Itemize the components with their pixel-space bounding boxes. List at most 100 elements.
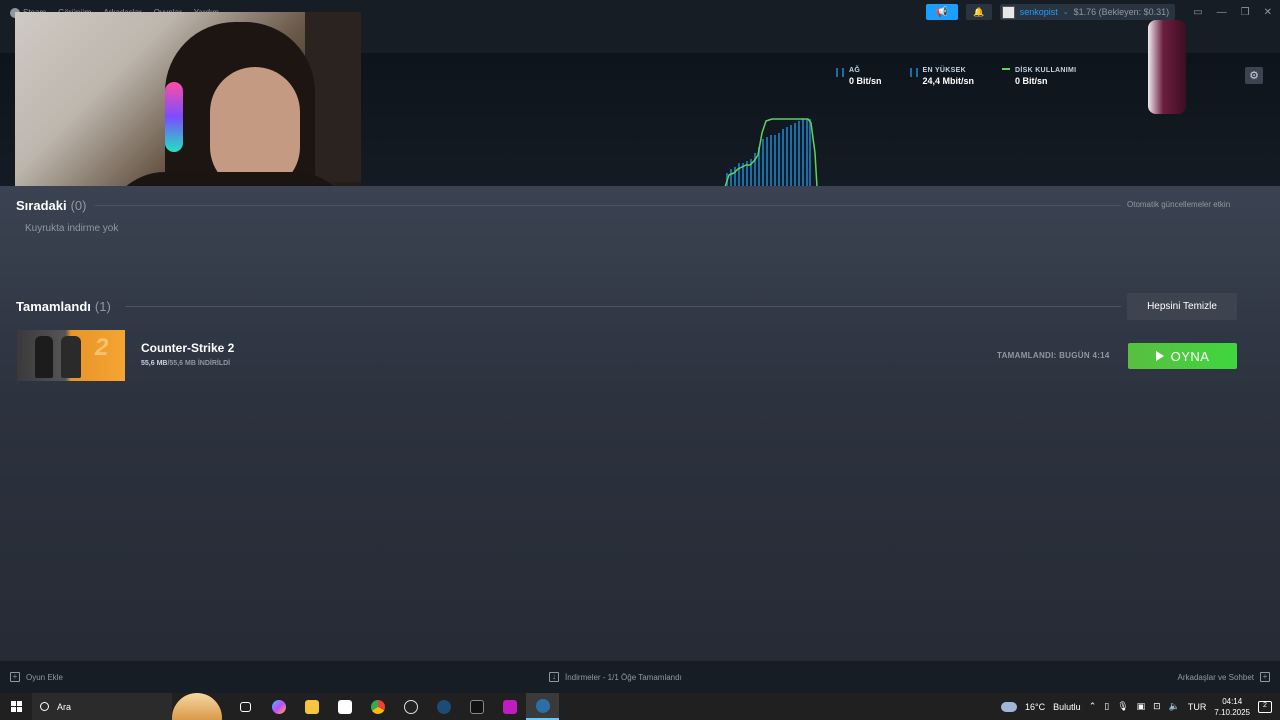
task-view-icon <box>240 701 251 712</box>
chrome-button[interactable] <box>361 693 394 720</box>
disk-value: 0 Bit/sn <box>1015 76 1048 86</box>
graph-bar <box>778 133 780 187</box>
webcam-overlay <box>15 12 361 207</box>
queue-section-title: Sıradaki (0) <box>16 198 87 213</box>
obs-button[interactable] <box>394 693 427 720</box>
chevron-down-icon: ⌄ <box>1062 9 1069 16</box>
queue-count: (0) <box>70 198 87 213</box>
wallet-balance: $1.76 (Bekleyen: $0.31) <box>1073 7 1170 17</box>
temperature[interactable]: 16°C <box>1025 702 1045 712</box>
graph-bar <box>798 121 800 187</box>
maximize-icon[interactable]: ❐ <box>1241 7 1250 18</box>
tray-icon[interactable]: ▯ <box>1104 701 1109 712</box>
steam-active-button[interactable] <box>526 693 559 720</box>
graph-bar <box>762 139 764 187</box>
plus-icon: + <box>10 672 20 682</box>
account-menu[interactable]: senkopist ⌄ $1.76 (Bekleyen: $0.31) <box>999 4 1176 20</box>
network-label: AĞ <box>849 67 861 74</box>
game-thumbnail[interactable]: 2 <box>17 330 125 381</box>
minimize-icon[interactable]: — <box>1217 7 1227 18</box>
volume-icon[interactable]: 🔈 <box>1169 701 1180 712</box>
graph-bar <box>806 119 808 187</box>
game-title[interactable]: Counter-Strike 2 <box>141 341 234 355</box>
download-stats: AĞ 0 Bit/sn EN YÜKSEK 24,4 Mbit/sn DİSK … <box>836 67 1076 86</box>
task-view-button[interactable] <box>229 693 262 720</box>
auto-updates-status[interactable]: Otomatik güncellemeler etkin <box>1127 200 1230 209</box>
soldier-figure <box>35 336 53 378</box>
clock-date: 7.10.2025 <box>1214 707 1250 717</box>
steam-icon <box>535 698 550 713</box>
graph-bar <box>770 135 772 187</box>
graph-bar <box>809 119 811 187</box>
disk-stat: DİSK KULLANIMI 0 Bit/sn <box>1002 67 1076 86</box>
store-button[interactable] <box>328 693 361 720</box>
graph-bar <box>786 127 788 187</box>
divider <box>125 306 1121 307</box>
play-icon <box>1155 351 1164 361</box>
disk-label: DİSK KULLANIMI <box>1015 67 1077 74</box>
graph-bar <box>790 125 792 187</box>
close-icon[interactable]: ✕ <box>1264 7 1272 18</box>
copilot-icon <box>271 699 286 714</box>
weather-text[interactable]: Bulutlu <box>1053 702 1081 712</box>
search-highlight-icon[interactable] <box>172 693 222 720</box>
notification-center-icon[interactable]: 2 <box>1258 700 1272 713</box>
graph-bar <box>730 169 732 187</box>
bar-chart-icon <box>909 68 918 77</box>
start-button[interactable] <box>0 693 32 720</box>
graph-bar <box>738 163 740 187</box>
empty-queue-text: Kuyrukta indirme yok <box>25 223 119 234</box>
epic-games-button[interactable] <box>460 693 493 720</box>
taskbar-search[interactable]: Ara <box>32 693 172 720</box>
file-explorer-button[interactable] <box>295 693 328 720</box>
network-icon[interactable]: ⊡ <box>1153 701 1161 712</box>
decorative-widget <box>1148 20 1186 114</box>
folder-icon <box>304 699 319 714</box>
app-button[interactable] <box>493 693 526 720</box>
graph-bar <box>802 119 804 187</box>
window-controls: ▭ — ❐ ✕ <box>1193 7 1272 18</box>
megaphone-icon: 📢 <box>935 6 948 18</box>
graph-bar <box>734 167 736 187</box>
download-size: 55,6 MB/55,6 MB İNDİRİLDİ <box>141 360 231 367</box>
bar-chart-icon <box>836 68 844 77</box>
completion-time: TAMAMLANDI: BUGÜN 4:14 <box>997 351 1110 360</box>
language-indicator[interactable]: TUR <box>1188 702 1207 712</box>
clock[interactable]: 04:14 7.10.2025 <box>1214 696 1250 718</box>
peak-value: 24,4 Mbit/sn <box>922 76 975 86</box>
divider <box>95 205 1121 206</box>
notifications-button[interactable]: 🔔 <box>965 4 992 20</box>
app-icon <box>502 699 517 714</box>
completed-count: (1) <box>94 299 111 314</box>
clear-all-button[interactable]: Hepsini Temizle <box>1127 293 1237 320</box>
bandwidth-graph <box>724 118 818 187</box>
taskbar-apps <box>229 693 559 720</box>
display-icon[interactable]: ▣ <box>1137 701 1146 712</box>
big-picture-icon[interactable]: ▭ <box>1193 7 1202 18</box>
add-game-button[interactable]: + Oyun Ekle <box>10 672 63 682</box>
steam-taskbar-button[interactable] <box>427 693 460 720</box>
windows-icon <box>10 701 22 712</box>
obs-icon <box>403 699 418 714</box>
copilot-button[interactable] <box>262 693 295 720</box>
play-button[interactable]: OYNA <box>1128 343 1237 369</box>
steam-icon <box>436 699 451 714</box>
settings-gear-button[interactable]: ⚙ <box>1245 67 1263 84</box>
peak-label: EN YÜKSEK <box>922 67 966 74</box>
completed-download-row[interactable]: 2 Counter-Strike 2 55,6 MB/55,6 MB İNDİR… <box>17 330 1237 382</box>
graph-bar <box>766 137 768 187</box>
weather-icon[interactable] <box>1001 701 1018 712</box>
friends-chat-button[interactable]: Arkadaşlar ve Sohbet + <box>1178 672 1270 682</box>
line-icon <box>1002 68 1011 77</box>
network-value: 0 Bit/sn <box>849 76 882 86</box>
announcements-button[interactable]: 📢 <box>925 4 958 20</box>
store-icon <box>337 699 352 714</box>
microphone-icon[interactable]: 🎙 <box>1117 701 1128 712</box>
chevron-up-icon[interactable]: ⌃ <box>1089 701 1097 712</box>
downloads-status-button[interactable]: ↓ İndirmeler - 1/1 Öğe Tamamlandı <box>549 672 682 682</box>
username: senkopist <box>1019 7 1058 17</box>
network-stat: AĞ 0 Bit/sn <box>836 67 882 86</box>
steam-footer: + Oyun Ekle ↓ İndirmeler - 1/1 Öğe Tamam… <box>0 661 1280 693</box>
chat-icon: + <box>1260 672 1270 682</box>
windows-taskbar: Ara 16°C Bulutlu ⌃ ▯ 🎙 ▣ ⊡ 🔈 TUR 04:14 7… <box>0 693 1280 720</box>
